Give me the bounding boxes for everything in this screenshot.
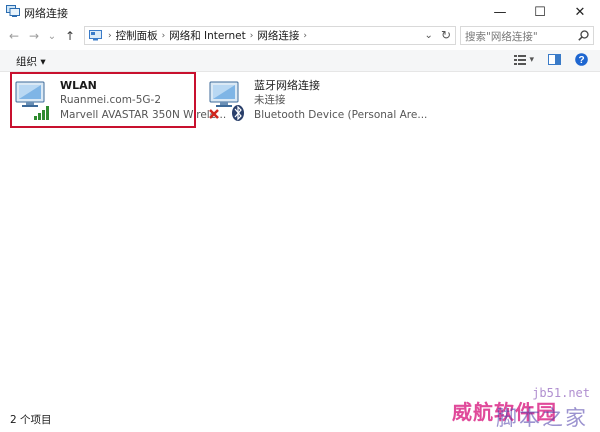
address-bar[interactable]: › 控制面板 › 网络和 Internet › 网络连接 › ⌄ ↻ bbox=[84, 26, 456, 45]
watermark: jb51.net 威航软件园 脚本之家 bbox=[452, 386, 598, 430]
maximize-button[interactable]: ☐ bbox=[520, 0, 560, 24]
bluetooth-adapter-icon bbox=[209, 81, 244, 121]
search-placeholder: 搜索"网络连接" bbox=[465, 31, 538, 43]
title-bar: 网络连接 — ☐ ✕ bbox=[0, 0, 600, 24]
help-icon[interactable]: ? bbox=[575, 53, 588, 66]
navigation-bar: ← → ⌄ ↑ › 控制面板 › 网络和 Internet › 网络连接 › ⌄… bbox=[0, 24, 600, 48]
connection-network: 未连接 bbox=[254, 94, 286, 106]
connection-name: 蓝牙网络连接 bbox=[254, 79, 320, 92]
command-bar: 组织 ▾ ▾ ? bbox=[0, 50, 600, 72]
address-dropdown-button[interactable]: ⌄ bbox=[425, 30, 433, 41]
up-button[interactable]: ↑ bbox=[62, 28, 78, 44]
forward-button[interactable]: → bbox=[26, 28, 42, 44]
watermark-subbrand: 脚本之家 bbox=[496, 406, 588, 430]
refresh-button[interactable]: ↻ bbox=[441, 28, 451, 42]
connection-device: Bluetooth Device (Personal Are... bbox=[254, 109, 428, 121]
network-connections-icon bbox=[6, 5, 20, 17]
organize-menu-button[interactable]: 组织 ▾ bbox=[16, 54, 46, 69]
breadcrumb-network-internet[interactable]: 网络和 Internet bbox=[169, 28, 246, 43]
close-button[interactable]: ✕ bbox=[560, 0, 600, 24]
view-dropdown-arrow: ▾ bbox=[529, 54, 534, 65]
breadcrumb-network-connections[interactable]: 网络连接 bbox=[257, 28, 299, 43]
breadcrumb-control-panel[interactable]: 控制面板 bbox=[116, 28, 158, 43]
connection-details: 蓝牙网络连接 未连接 Bluetooth Device (Personal Ar… bbox=[254, 78, 427, 123]
highlight-box bbox=[10, 72, 196, 128]
back-button[interactable]: ← bbox=[6, 28, 22, 44]
search-box[interactable]: 搜索"网络连接" bbox=[460, 26, 594, 45]
breadcrumb-separator: › bbox=[108, 30, 112, 41]
search-icon[interactable] bbox=[578, 30, 589, 41]
breadcrumb-separator: › bbox=[303, 30, 307, 41]
connection-item-bluetooth[interactable]: 蓝牙网络连接 未连接 Bluetooth Device (Personal Ar… bbox=[208, 78, 427, 128]
svg-text:?: ? bbox=[578, 55, 584, 66]
change-view-button[interactable]: ▾ bbox=[514, 54, 534, 65]
view-options-icon bbox=[514, 54, 527, 65]
preview-pane-icon[interactable] bbox=[548, 54, 561, 65]
item-count: 2 个项目 bbox=[10, 414, 52, 426]
control-panel-icon bbox=[89, 30, 102, 41]
window-title: 网络连接 bbox=[24, 7, 68, 20]
breadcrumb-separator: › bbox=[249, 30, 254, 41]
recent-locations-button[interactable]: ⌄ bbox=[44, 28, 60, 44]
breadcrumb-separator: › bbox=[161, 30, 166, 41]
minimize-button[interactable]: — bbox=[480, 0, 520, 24]
